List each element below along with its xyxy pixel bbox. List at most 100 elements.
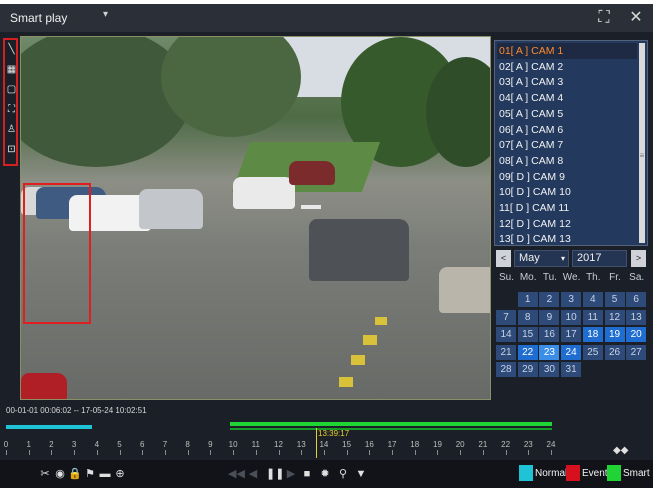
calendar-day[interactable]: 5 <box>604 292 625 307</box>
calendar-day[interactable]: 11 <box>582 309 603 325</box>
camera-list-item[interactable]: 01[ A ] CAM 1 <box>497 43 637 59</box>
calendar-day[interactable]: 3 <box>561 292 582 307</box>
reverse-play-icon[interactable]: ◀ <box>246 467 260 481</box>
normal-record-bar[interactable] <box>6 425 92 429</box>
face-tool[interactable]: ⊡ <box>6 143 17 156</box>
calendar-day[interactable]: 17 <box>561 327 582 343</box>
calendar-day[interactable]: 15 <box>517 327 538 343</box>
year-select[interactable]: 2017 <box>572 250 627 267</box>
smart-record-bar-lower[interactable] <box>230 428 552 430</box>
lock-icon[interactable]: 🔒 <box>68 467 82 481</box>
prev-month-button[interactable]: < <box>496 250 511 267</box>
camera-list-item[interactable]: 04[ A ] CAM 4 <box>497 90 637 106</box>
calendar-day[interactable]: 27 <box>626 344 647 360</box>
calendar-day[interactable]: 2 <box>539 292 560 307</box>
camera-list-item[interactable]: 13[ D ] CAM 13 <box>497 231 637 247</box>
calendar-day[interactable]: 1 <box>517 292 538 307</box>
calendar-day[interactable]: 10 <box>561 309 582 325</box>
camera-list-item[interactable]: 03[ A ] CAM 3 <box>497 74 637 90</box>
scrollbar-thumb[interactable]: ≡ <box>639 151 645 167</box>
stop-icon[interactable]: ■ <box>300 467 314 481</box>
search-icon[interactable]: ⚲ <box>336 467 350 481</box>
weekday-label: We. <box>562 272 581 283</box>
camera-list-item[interactable]: 08[ A ] CAM 8 <box>497 153 637 169</box>
timeline-hour-label: 20 <box>455 440 465 449</box>
pause-icon[interactable]: ❚❚ <box>266 467 284 481</box>
timeline-zoom-control[interactable]: ◆◆ <box>613 445 628 456</box>
camera-list-item[interactable]: 10[ D ] CAM 10 <box>497 184 637 200</box>
calendar-day[interactable]: 31 <box>561 362 582 378</box>
calendar-day[interactable]: 6 <box>626 292 647 307</box>
timeline-tick <box>164 450 166 455</box>
calendar-day[interactable]: 4 <box>582 292 603 307</box>
clip-icon[interactable]: ✂ <box>38 467 52 481</box>
camera-list-item[interactable]: 02[ A ] CAM 2 <box>497 59 637 75</box>
timeline-tick <box>142 450 144 455</box>
zoom-icon[interactable]: ⊕ <box>113 467 127 481</box>
video-view[interactable] <box>20 36 491 400</box>
playback-cursor[interactable] <box>316 428 317 458</box>
timeline-tick <box>51 450 53 455</box>
grid-tool[interactable]: ▦ <box>6 63 17 76</box>
expand-tool[interactable]: ⛶ <box>6 103 17 116</box>
smart-record-bar[interactable] <box>230 422 552 426</box>
calendar-day[interactable]: 14 <box>496 327 516 343</box>
calendar-day[interactable]: 12 <box>604 309 625 325</box>
rewind-icon[interactable]: ◀◀ <box>228 467 245 481</box>
calendar-day[interactable]: 18 <box>582 327 603 343</box>
person-tool[interactable]: ♙ <box>6 123 17 136</box>
draw-line-tool[interactable]: ╲ <box>6 43 17 56</box>
timeline-hour-label: 11 <box>251 440 260 449</box>
timeline-tick <box>323 450 325 455</box>
camera-list-item[interactable]: 09[ D ] CAM 9 <box>497 169 637 185</box>
weekday-label: Sa. <box>629 272 645 283</box>
next-month-button[interactable]: > <box>631 250 646 267</box>
fullscreen-icon[interactable]: ⛶ <box>594 8 614 28</box>
snapshot-icon[interactable]: ◉ <box>53 467 67 481</box>
timeline-tick <box>460 450 462 455</box>
calendar-day[interactable]: 13 <box>626 309 647 325</box>
calendar-day[interactable]: 28 <box>496 362 516 378</box>
calendar-day[interactable]: 26 <box>604 344 625 360</box>
timeline-hour-label: 14 <box>319 440 329 449</box>
close-icon[interactable]: ✕ <box>626 8 646 28</box>
calendar-day[interactable]: 20 <box>626 327 647 343</box>
parking-marking <box>375 317 387 325</box>
calendar-day[interactable]: 9 <box>539 309 560 325</box>
timeline-tick <box>6 450 7 455</box>
title-dropdown-icon[interactable]: ▾ <box>103 9 108 20</box>
month-select[interactable]: May ▾ <box>514 250 569 267</box>
calendar-day[interactable]: 24 <box>561 344 582 360</box>
camera-list-item[interactable]: 05[ A ] CAM 5 <box>497 106 637 122</box>
calendar-day[interactable]: 16 <box>539 327 560 343</box>
parking-marking <box>351 355 365 365</box>
step-icon[interactable]: ▶ <box>284 467 298 481</box>
camera-list-item[interactable]: 07[ A ] CAM 7 <box>497 137 637 153</box>
filter-icon[interactable]: ▼ <box>354 467 368 481</box>
smart-tools-bar: ╲ ▦ ▢ ⛶ ♙ ⊡ <box>3 38 18 166</box>
folder-icon[interactable]: ▬ <box>98 467 112 481</box>
calendar-day[interactable]: 23 <box>539 344 560 360</box>
settings-icon[interactable]: ✹ <box>318 467 332 481</box>
camera-list-item[interactable]: 12[ D ] CAM 12 <box>497 216 637 232</box>
calendar-day[interactable]: 8 <box>517 309 538 325</box>
region-tool[interactable]: ▢ <box>6 83 17 96</box>
title-bar: Smart play ▾ ⛶ ✕ <box>0 4 653 32</box>
parking-marking <box>339 377 353 387</box>
camera-list-item[interactable]: 06[ A ] CAM 6 <box>497 122 637 138</box>
tag-icon[interactable]: ⚑ <box>83 467 97 481</box>
camera-list-scrollbar[interactable] <box>639 43 645 243</box>
window-title[interactable]: Smart play <box>10 11 67 25</box>
detection-box[interactable] <box>23 183 91 324</box>
calendar-day[interactable]: 22 <box>517 344 538 360</box>
calendar-day[interactable]: 21 <box>496 344 516 360</box>
camera-list-item[interactable]: 11[ D ] CAM 11 <box>497 200 637 216</box>
calendar-day[interactable]: 7 <box>496 309 516 325</box>
calendar-day[interactable]: 30 <box>539 362 560 378</box>
calendar-day[interactable]: 19 <box>604 327 625 343</box>
calendar-day[interactable]: 29 <box>517 362 538 378</box>
timeline-tick <box>482 450 484 455</box>
weekday-label: Th. <box>586 272 601 283</box>
calendar-day[interactable]: 25 <box>582 344 603 360</box>
timeline-ruler[interactable]: 0 1 2 3 4 5 6 7 8 9 10 11 12 13 14 15 16 17 18 19 20 21 22 23 24 <box>4 440 555 460</box>
